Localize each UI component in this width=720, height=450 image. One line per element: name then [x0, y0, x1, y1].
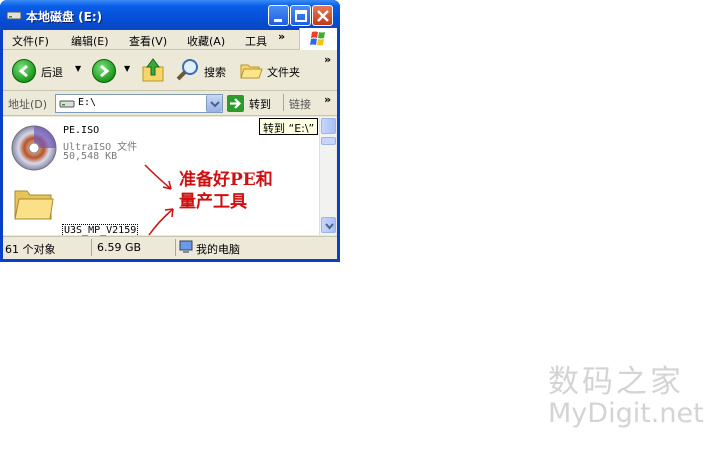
watermark-url: MyDigit.net [548, 398, 704, 429]
address-input[interactable]: E:\ [55, 94, 223, 113]
address-drive-icon [59, 98, 75, 113]
maximize-button[interactable] [290, 5, 311, 26]
menu-view[interactable]: 查看(V) [129, 33, 167, 49]
menu-file[interactable]: 文件(F) [12, 33, 49, 49]
folders-button-label[interactable]: 文件夹 [267, 64, 300, 80]
minimize-button[interactable] [268, 5, 289, 26]
file-size: 50,548 KB [63, 151, 118, 162]
links-label[interactable]: 链接 [289, 96, 311, 112]
go-button-label: 转到 [249, 98, 271, 111]
up-folder-icon[interactable] [141, 57, 165, 86]
forward-arrow-icon[interactable] [92, 59, 116, 83]
go-button[interactable]: 转到 [225, 94, 277, 113]
go-tooltip: 转到 “E:\” [259, 118, 319, 135]
menu-tools[interactable]: 工具 [245, 33, 267, 49]
file-name: PE.ISO [63, 125, 100, 136]
disc-icon [11, 125, 57, 174]
folder-icon [13, 183, 55, 226]
menu-edit[interactable]: 编辑(E) [71, 33, 109, 49]
go-arrow-icon [227, 95, 244, 115]
standard-toolbar: 后退 ▼ ▼ 搜索 文件夹 » [3, 51, 337, 91]
title-bar[interactable]: 本地磁盘 (E:) [0, 0, 340, 30]
search-button-label[interactable]: 搜索 [204, 64, 226, 80]
address-overflow-chevron[interactable]: » [324, 93, 331, 106]
close-button[interactable] [312, 5, 333, 26]
scroll-down-icon[interactable] [321, 217, 336, 233]
menu-favorites[interactable]: 收藏(A) [187, 33, 225, 49]
forward-dropdown-arrow-icon[interactable]: ▼ [124, 64, 130, 73]
annotation-line-2: 量产工具 [179, 192, 247, 212]
status-separator [175, 239, 176, 256]
status-object-count: 61 个对象 [5, 243, 56, 256]
annotation-arrows [144, 164, 174, 236]
folders-icon[interactable] [239, 59, 263, 84]
window-title: 本地磁盘 (E:) [26, 10, 103, 24]
address-label: 地址(D) [8, 98, 48, 111]
address-dropdown-chevron-icon[interactable] [206, 95, 222, 112]
drive-icon [6, 7, 22, 23]
address-bar: 地址(D) E:\ 转到 链接 » [3, 92, 337, 116]
annotation-line-1: 准备好PE和 [179, 170, 273, 190]
status-bar: 61 个对象 6.59 GB 我的电脑 [3, 236, 337, 258]
computer-icon [179, 240, 193, 257]
back-arrow-icon[interactable] [12, 59, 36, 83]
address-value: E:\ [78, 97, 97, 108]
toolbar-overflow-chevron[interactable]: » [324, 53, 331, 66]
back-button-label[interactable]: 后退 [41, 64, 63, 80]
back-dropdown-arrow-icon[interactable]: ▼ [75, 64, 81, 73]
windows-logo [299, 28, 337, 50]
watermark-text: 数码之家 [548, 364, 684, 400]
menu-overflow-chevron[interactable]: » [278, 30, 285, 43]
search-icon[interactable] [175, 57, 201, 86]
menu-bar: 文件(F) 编辑(E) 查看(V) 收藏(A) 工具 » [3, 28, 337, 50]
vertical-scrollbar[interactable] [319, 117, 336, 235]
status-size: 6.59 GB [97, 241, 142, 254]
status-separator [91, 239, 92, 256]
window-frame: 文件(F) 编辑(E) 查看(V) 收藏(A) 工具 » 后退 ▼ ▼ 搜索 文… [3, 28, 337, 259]
scroll-thumb[interactable] [321, 137, 336, 145]
scroll-up-icon[interactable] [321, 118, 336, 134]
status-location: 我的电脑 [196, 243, 240, 256]
address-separator [283, 94, 284, 111]
